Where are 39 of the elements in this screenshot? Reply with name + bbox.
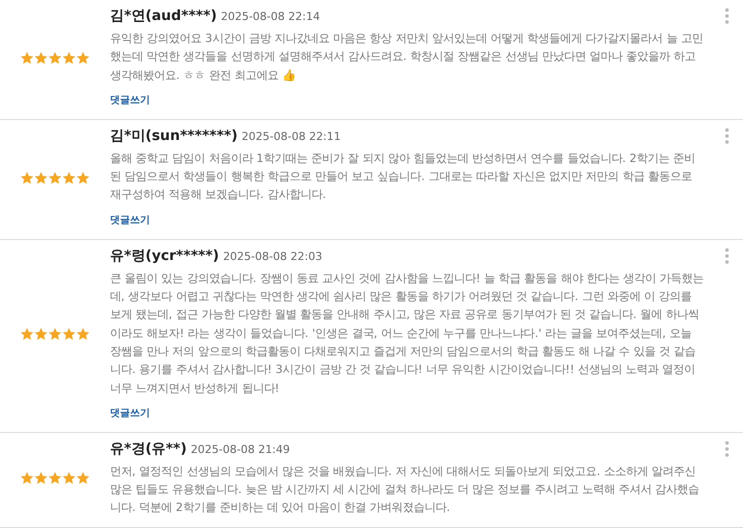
review-text: 먼저, 열정적인 선생님의 모습에서 많은 것을 배웠습니다. 저 자신에 대해서도 되돌아보게 되었고요. 소소하게 알려주신 많은 팁들도 유용했습니다. 늦은 밤 시간까지 세 시간에 걸쳐 하나라도 더 많은 정보를 주시려고 노력해 주셔서 감사했습니다. 덕분에 2학기를 준비하는 데 있어 마음이 한결 가벼워졌습니다. [110,464,700,516]
star-icon [48,471,62,486]
review-date: 2025-08-08 22:03 [223,248,322,265]
author-name: 유*령(ycr*****) [110,246,220,266]
star-icon [20,170,34,185]
star-icon [76,50,90,65]
author-name: 김*연(aud****) [110,7,217,26]
review-date: 2025-08-08 21:49 [190,442,290,458]
star-icon [34,327,48,342]
review-text: 올해 중학교 담임이 처음이라 1학기때는 준비가 잘 되지 않아 힘들었는데 반성하면서 연수를 들었습니다. 2학기는 준비된 담임으로서 학생들이 행복한 학급으로 만들어 보고 싶습니다. 그대로는 따라할 자신은 없지만 저만의 학급 활동으로 재구성하여 적용해 보겠습니다. 감사합니다. [110,150,696,204]
more-options-icon[interactable] [725,128,729,144]
author-name: 김*미(sun*******) [110,126,238,146]
star-icon [76,471,90,486]
star-icon [48,50,62,65]
star-icon [34,471,48,486]
star-icon [62,50,76,65]
reply-link[interactable]: 댓글쓰기 [110,92,150,108]
star-icon [20,471,34,486]
author-name: 유*경(유**) [110,440,187,459]
review-date: 2025-08-08 22:14 [220,9,320,25]
star-icon [62,327,76,342]
review-text: 큰 울림이 있는 강의였습니다. 장쌤이 동료 교사인 것에 감사함을 느낍니다! 늘 학급 활동을 해야 한다는 생각이 가득했는데, 생각보다 어렵고 귀찮다는 막연한 생각에 쉼사리 많은 활동을 하기가 어려웠던 것 같습니다. 그런 와중에 이 강의를 보게 됐는데, 접근 가능한 다양한 월별 활동을 안내해 주시고, 많은 자료 공유로 동기부여가 된 것 같습니다. 월에 하나씩이라도 해보자! 라는 생각이 들었습니다. '인생은 결국, 어느 순간에 누구를 만나느냐다.' 라는 글을 보여주셨는데, 오늘 장쌤을 만나 저의 앞으로의 학급활동이 다채로워지고 즐겁게 저만의 담임으로서의 학급 활동도 해 나갈 수 있을 것 같습니다. 용기를 주셔서 감사합니다! 3시간이 금방 간 것 같습니다! 너무 유익한 시간이었습니다!! 선생님의 노력과 열정이 너무 느껴지면서 반성하게 됩니다! [110,270,705,397]
review-text: 유익한 강의였어요 3시간이 금방 지나갔네요 마음은 항상 저만치 앞서있는데 어떻게 학생들에게 다가갈지몰라서 늘 고민했는데 막연한 생각들을 선명하게 설명해주셔서 감사드려요. 학창시절 장쌤같은 선생님 만났다면 얼마나 좋았을까 하고 생각해봤어요. ㅎㅎ 완전 최고에요 👍 [110,31,704,84]
star-icon [34,50,48,65]
star-icon [20,50,34,65]
more-options-icon[interactable] [725,248,729,264]
star-icon [20,327,34,342]
star-icon [76,327,90,342]
reply-link[interactable]: 댓글쓰기 [110,406,150,421]
reply-link[interactable]: 댓글쓰기 [110,212,150,228]
star-icon [48,327,62,342]
star-icon [76,170,90,185]
review-date: 2025-08-08 22:11 [242,128,341,145]
more-options-icon[interactable] [725,440,729,457]
star-icon [62,170,76,185]
more-options-icon[interactable] [725,8,729,24]
star-icon [34,170,48,185]
star-icon [62,471,76,486]
star-icon [48,170,62,185]
